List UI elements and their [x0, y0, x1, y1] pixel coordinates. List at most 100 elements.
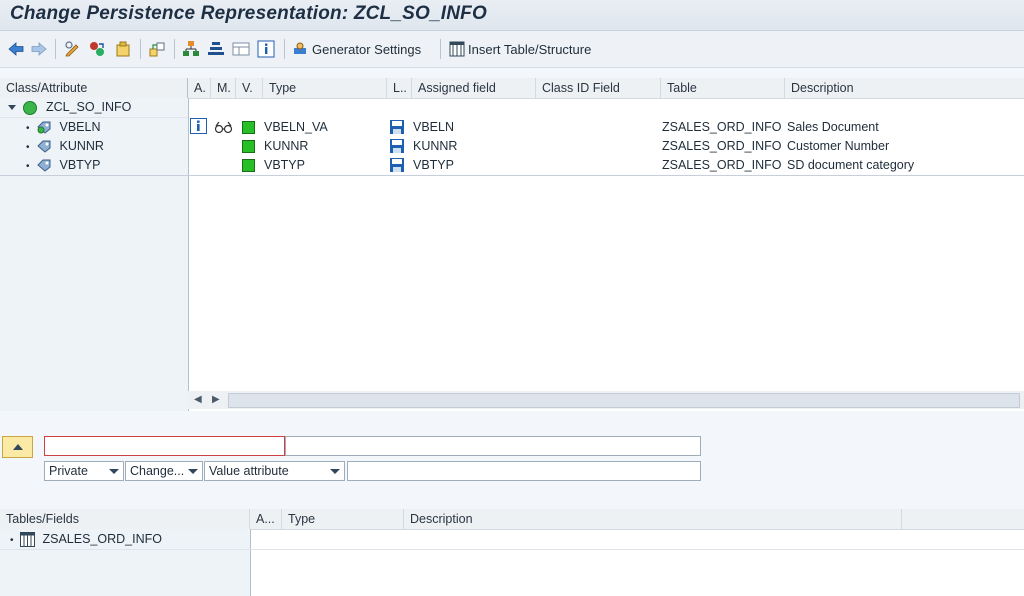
attribute-name: VBTYP [59, 158, 101, 172]
tree-attribute-node[interactable]: • VBTYP [26, 156, 100, 175]
application-toolbar: Generator Settings Insert Table/Structur… [0, 31, 1024, 68]
visibility-value: Private [49, 464, 88, 478]
save-disk-icon [390, 139, 404, 153]
layout-icon[interactable] [232, 40, 250, 58]
column-header-a[interactable]: A. [188, 78, 211, 98]
tables-header: Tables/Fields A... Type Description [0, 509, 1024, 530]
table-icon [20, 532, 35, 548]
scroll-left-icon[interactable]: ◀ [194, 394, 202, 405]
visible-flag-icon [242, 140, 255, 153]
back-icon[interactable] [7, 40, 25, 58]
toolbar-separator [284, 39, 285, 59]
page-title: Change Persistence Representation: ZCL_S… [10, 3, 487, 24]
changeable-value: Change... [130, 464, 185, 478]
assigned-field: KUNNR [413, 139, 458, 153]
column-header-v[interactable]: V. [236, 78, 263, 98]
hierarchy-icon[interactable] [182, 40, 200, 58]
toolbar-separator [140, 39, 141, 59]
row-divider [0, 549, 1024, 550]
bullet-icon: • [10, 535, 14, 546]
attribute-type: VBTYP [264, 158, 305, 172]
collapse-button[interactable] [2, 436, 33, 458]
attribute-kind-value: Value attribute [209, 464, 289, 478]
bullet-icon: • [26, 123, 30, 134]
table-name: ZSALES_ORD_INFO [42, 532, 162, 546]
assigned-field: VBTYP [413, 158, 454, 172]
chevron-down-icon [188, 469, 198, 474]
generator-settings-label: Generator Settings [312, 41, 422, 57]
class-node-icon [23, 100, 38, 115]
attribute-description: SD document category [787, 158, 915, 172]
scrollbar-track[interactable] [228, 393, 1020, 408]
chevron-down-icon [109, 469, 119, 474]
column-header-tables-fields[interactable]: Tables/Fields [0, 509, 250, 529]
generator-settings-icon [294, 42, 306, 54]
column-header-type[interactable]: Type [263, 78, 387, 98]
insert-table-structure-button[interactable]: Insert Table/Structure [449, 39, 591, 59]
attribute-type: VBELN_VA [264, 120, 328, 134]
save-disk-icon [390, 158, 404, 172]
attribute-table: ZSALES_ORD_INFO [662, 120, 782, 134]
column-header-a[interactable]: A... [250, 509, 282, 529]
generator-settings-button[interactable]: Generator Settings [291, 39, 421, 59]
column-header-description[interactable]: Description [404, 509, 902, 529]
bullet-icon: • [26, 161, 30, 172]
info-icon[interactable] [257, 40, 275, 58]
save-disk-icon [390, 120, 404, 134]
tree-attribute-node[interactable]: • KUNNR [26, 137, 104, 156]
horizontal-scrollbar[interactable]: ◀ ▶ [188, 391, 1024, 409]
attribute-description: Customer Number [787, 139, 890, 153]
column-header-l[interactable]: L.. [387, 78, 412, 98]
insert-table-structure-label: Insert Table/Structure [468, 41, 592, 57]
collapse-arrow-icon [13, 444, 23, 450]
tree-root-label: ZCL_SO_INFO [45, 100, 132, 114]
table-node[interactable]: • ZSALES_ORD_INFO [10, 530, 162, 549]
scroll-right-icon[interactable]: ▶ [212, 394, 220, 405]
activate-icon[interactable] [88, 40, 106, 58]
info-icon[interactable] [190, 118, 207, 134]
column-header-class-attribute[interactable]: Class/Attribute [0, 78, 188, 98]
column-header-type[interactable]: Type [282, 509, 404, 529]
key-attribute-icon [37, 121, 51, 134]
extra-attribute-input[interactable] [347, 461, 701, 481]
tree-attribute-node[interactable]: • VBELN [26, 118, 100, 137]
toolbar-separator [174, 39, 175, 59]
mapping-glasses-icon [214, 121, 233, 134]
attribute-tag-icon [37, 140, 51, 153]
column-header-description[interactable]: Description [785, 78, 1024, 98]
forward-icon[interactable] [30, 40, 48, 58]
chevron-down-icon [330, 469, 340, 474]
class-icon[interactable] [114, 40, 132, 58]
attribute-tag-icon [37, 159, 51, 172]
changeable-dropdown[interactable]: Change... [125, 461, 203, 481]
attribute-description-input[interactable] [285, 436, 701, 456]
attribute-table: ZSALES_ORD_INFO [662, 139, 782, 153]
column-header-assigned-field[interactable]: Assigned field [412, 78, 536, 98]
column-header-table[interactable]: Table [661, 78, 785, 98]
bullet-icon: • [26, 142, 30, 153]
attribute-name-input[interactable] [44, 436, 285, 456]
visible-flag-icon [242, 121, 255, 134]
table-icon [449, 41, 465, 57]
title-bar: Change Persistence Representation: ZCL_S… [0, 0, 1024, 31]
tree-root-node[interactable]: ZCL_SO_INFO [8, 98, 131, 117]
attribute-name: KUNNR [59, 139, 104, 153]
column-header-m[interactable]: M. [211, 78, 236, 98]
display-change-icon[interactable] [64, 40, 82, 58]
attribute-description: Sales Document [787, 120, 879, 134]
toolbar-separator [55, 39, 56, 59]
other-object-icon[interactable] [148, 40, 166, 58]
visible-flag-icon [242, 159, 255, 172]
attribute-name: VBELN [59, 120, 101, 134]
visibility-dropdown[interactable]: Private [44, 461, 124, 481]
align-icon[interactable] [207, 40, 225, 58]
tree-header: Class/Attribute A. M. V. Type L.. Assign… [0, 78, 1024, 99]
toolbar-separator [440, 39, 441, 59]
expand-triangle-icon[interactable] [8, 105, 16, 111]
attribute-editor-panel: Private Change... Value attribute [0, 411, 1024, 509]
class-attribute-tree: Class/Attribute A. M. V. Type L.. Assign… [0, 78, 1024, 411]
column-header-class-id-field[interactable]: Class ID Field [536, 78, 661, 98]
assigned-field: VBELN [413, 120, 454, 134]
attribute-kind-dropdown[interactable]: Value attribute [204, 461, 345, 481]
tables-fields-tree: Tables/Fields A... Type Description • ZS… [0, 509, 1024, 596]
